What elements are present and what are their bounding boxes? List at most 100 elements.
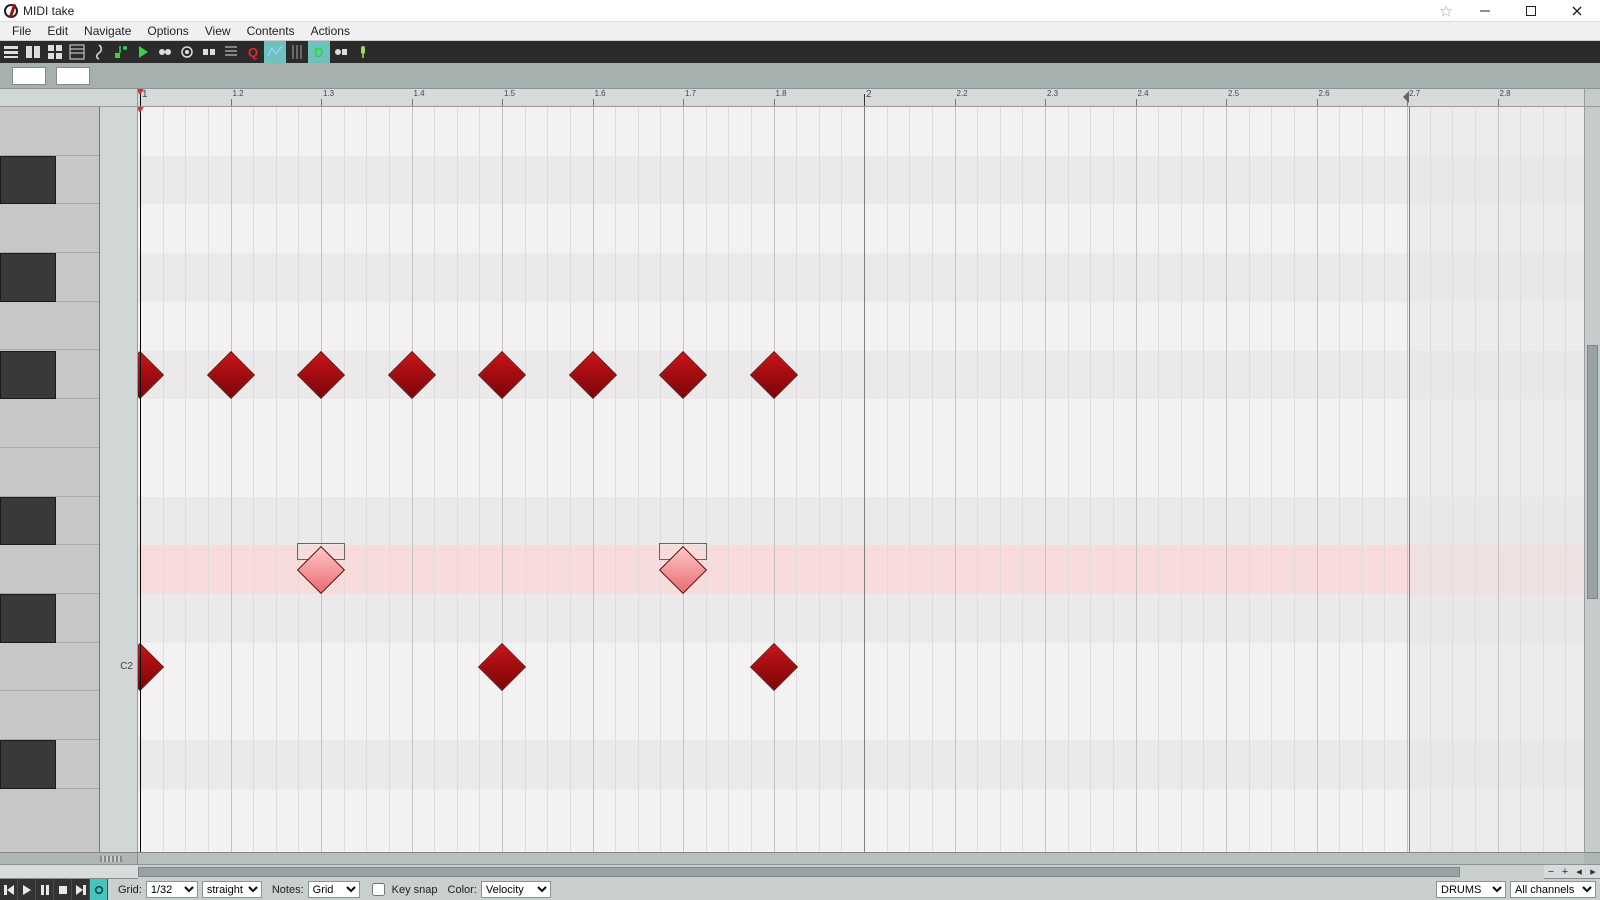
color-select[interactable]: Velocity bbox=[481, 881, 551, 898]
view-mode-3-button[interactable] bbox=[44, 41, 66, 63]
menu-navigate[interactable]: Navigate bbox=[76, 22, 139, 40]
menu-contents[interactable]: Contents bbox=[239, 22, 303, 40]
loop-end-marker[interactable] bbox=[1403, 91, 1409, 103]
channel-select[interactable]: All channels bbox=[1510, 881, 1596, 898]
grid-row[interactable] bbox=[138, 156, 1584, 205]
note-grid[interactable] bbox=[138, 107, 1584, 852]
grid-row[interactable] bbox=[138, 740, 1584, 789]
rec-3-button[interactable] bbox=[198, 41, 220, 63]
transport-play-button[interactable] bbox=[18, 879, 36, 900]
grid-row[interactable] bbox=[138, 351, 1584, 400]
piano-black-key[interactable] bbox=[0, 740, 56, 789]
quantize-q-button[interactable]: Q bbox=[242, 41, 264, 63]
maximize-button[interactable] bbox=[1508, 0, 1554, 22]
grid-row[interactable] bbox=[138, 643, 1584, 692]
piano-black-key[interactable] bbox=[0, 497, 56, 546]
hscroll-left-icon[interactable]: ◂ bbox=[1572, 865, 1586, 879]
view-mode-2-button[interactable] bbox=[22, 41, 44, 63]
piano-black-key[interactable] bbox=[0, 594, 56, 643]
transport-stop-button[interactable] bbox=[54, 879, 72, 900]
color-label: Color: bbox=[448, 884, 477, 896]
piano-keyboard[interactable] bbox=[0, 107, 100, 852]
menu-edit[interactable]: Edit bbox=[39, 22, 76, 40]
notes-label: Notes: bbox=[272, 884, 304, 896]
star-icon[interactable] bbox=[1430, 5, 1462, 17]
menu-actions[interactable]: Actions bbox=[303, 22, 358, 40]
timeline-ruler[interactable]: 11.21.31.41.51.61.71.822.22.32.42.52.62.… bbox=[138, 89, 1584, 106]
grid-row[interactable] bbox=[138, 691, 1584, 740]
svg-text:D: D bbox=[314, 45, 323, 60]
cc-env-button[interactable] bbox=[264, 41, 286, 63]
fx-1-button[interactable] bbox=[330, 41, 352, 63]
hzoom-in-icon[interactable]: + bbox=[1558, 865, 1572, 879]
piano-white-key[interactable] bbox=[0, 302, 99, 351]
swing-select[interactable]: straight bbox=[202, 881, 262, 898]
midi-mic-button[interactable] bbox=[352, 41, 374, 63]
hscroll-right-icon[interactable]: ▸ bbox=[1586, 865, 1600, 879]
event-list-button[interactable] bbox=[220, 41, 242, 63]
keysnap-checkbox[interactable]: Key snap bbox=[368, 880, 438, 899]
grid-select[interactable]: 1/32 bbox=[146, 881, 198, 898]
grid-row[interactable] bbox=[138, 497, 1584, 546]
grid-row[interactable] bbox=[138, 399, 1584, 448]
grid-lines-button[interactable] bbox=[286, 41, 308, 63]
menu-file[interactable]: File bbox=[4, 22, 39, 40]
grid-row[interactable] bbox=[138, 545, 1584, 594]
vertical-scrollbar[interactable] bbox=[1584, 107, 1600, 852]
filter-slot-1[interactable] bbox=[12, 67, 46, 85]
playhead[interactable] bbox=[140, 89, 141, 106]
grid-row[interactable] bbox=[138, 302, 1584, 351]
rec-2-button[interactable] bbox=[176, 41, 198, 63]
svg-text:Q: Q bbox=[248, 45, 258, 60]
notation-clef-button[interactable] bbox=[88, 41, 110, 63]
view-mode-1-button[interactable] bbox=[0, 41, 22, 63]
grid-row[interactable] bbox=[138, 107, 1584, 156]
window-title: MIDI take bbox=[23, 4, 74, 18]
transport-start-button[interactable] bbox=[0, 879, 18, 900]
cc-lane[interactable] bbox=[0, 852, 1600, 864]
menu-options[interactable]: Options bbox=[139, 22, 196, 40]
transport-end-button[interactable] bbox=[72, 879, 90, 900]
piano-white-key[interactable] bbox=[0, 448, 99, 497]
note-name-column: C2 bbox=[100, 107, 138, 852]
piano-black-key[interactable] bbox=[0, 156, 56, 205]
titlebar: MIDI take bbox=[0, 0, 1600, 22]
filter-bar bbox=[0, 63, 1600, 89]
piano-black-key[interactable] bbox=[0, 253, 56, 302]
grid-row[interactable] bbox=[138, 594, 1584, 643]
status-bar: Grid: 1/32 straight Notes: Grid Key snap… bbox=[0, 878, 1600, 900]
grid-row[interactable] bbox=[138, 253, 1584, 302]
rec-1-button[interactable] bbox=[154, 41, 176, 63]
filter-slot-2[interactable] bbox=[56, 67, 90, 85]
hzoom-out-icon[interactable]: − bbox=[1544, 865, 1558, 879]
ins-note-green-button[interactable] bbox=[110, 41, 132, 63]
piano-black-key[interactable] bbox=[0, 351, 56, 400]
ruler-left-gutter bbox=[0, 89, 138, 106]
timeline-ruler-row: 11.21.31.41.51.61.71.822.22.32.42.52.62.… bbox=[0, 89, 1600, 107]
grid-row[interactable] bbox=[138, 448, 1584, 497]
piano-white-key[interactable] bbox=[0, 691, 99, 740]
loop-d-button[interactable]: D bbox=[308, 41, 330, 63]
piano-white-key[interactable] bbox=[0, 107, 99, 156]
piano-white-key[interactable] bbox=[0, 399, 99, 448]
menubar: FileEditNavigateOptionsViewContentsActio… bbox=[0, 22, 1600, 41]
cc-lane-grip[interactable] bbox=[100, 856, 122, 862]
track-select[interactable]: DRUMS bbox=[1436, 881, 1506, 898]
piano-white-key[interactable] bbox=[0, 545, 99, 594]
piano-white-key[interactable] bbox=[0, 204, 99, 253]
transport-pause-button[interactable] bbox=[36, 879, 54, 900]
piano-white-key[interactable] bbox=[0, 643, 99, 692]
horizontal-scrollbar[interactable]: − + ◂ ▸ bbox=[0, 864, 1600, 878]
play-green-button[interactable] bbox=[132, 41, 154, 63]
grid-row[interactable] bbox=[138, 204, 1584, 253]
minimize-button[interactable] bbox=[1462, 0, 1508, 22]
close-button[interactable] bbox=[1554, 0, 1600, 22]
view-mode-4-button[interactable] bbox=[66, 41, 88, 63]
transport-loop-button[interactable] bbox=[90, 879, 108, 900]
grid-label: Grid: bbox=[118, 884, 142, 896]
ruler-right-gutter bbox=[1584, 89, 1600, 106]
notes-select[interactable]: Grid bbox=[308, 881, 360, 898]
editor-main: C2 bbox=[0, 107, 1600, 852]
menu-view[interactable]: View bbox=[197, 22, 239, 40]
note-label-c2: C2 bbox=[120, 661, 133, 672]
